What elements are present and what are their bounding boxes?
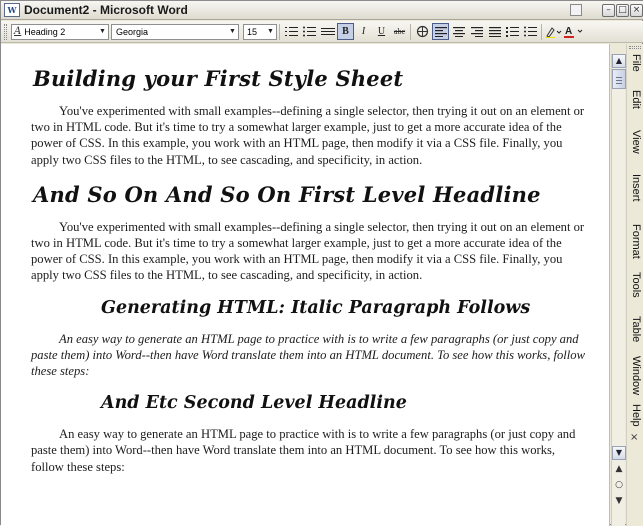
body-paragraph[interactable]: An easy way to generate an HTML page to … <box>31 426 591 475</box>
align-center-icon[interactable] <box>450 23 467 40</box>
bold-button[interactable]: B <box>337 23 354 40</box>
menu-view[interactable]: View <box>628 130 643 154</box>
close-icon[interactable]: × <box>630 432 638 443</box>
numbering-icon[interactable] <box>504 23 521 40</box>
numbered-list-icon[interactable] <box>283 23 300 40</box>
previous-page-icon[interactable]: ▲ <box>612 464 626 477</box>
menu-format[interactable]: Format <box>628 224 643 259</box>
word-window: W Document2 - Microsoft Word – □ × A Hea… <box>0 0 643 526</box>
styles-icon: A <box>14 26 22 37</box>
italic-paragraph[interactable]: An easy way to generate an HTML page to … <box>31 331 591 380</box>
justify-icon[interactable] <box>486 23 503 40</box>
vertical-menu-bar: File Edit View Insert Format Tools Table… <box>626 44 643 526</box>
toolbar-separator <box>541 23 542 40</box>
document-body[interactable]: Building your First Style Sheet You've e… <box>1 44 609 475</box>
strikethrough-label: abc <box>393 27 406 36</box>
menu-edit[interactable]: Edit <box>628 90 643 109</box>
menu-label: Window <box>630 356 642 396</box>
bold-label: B <box>342 26 349 37</box>
select-browse-object-icon[interactable]: ○ <box>612 480 626 493</box>
menu-label: Format <box>630 224 642 259</box>
style-value: Heading 2 <box>24 26 66 37</box>
heading-1[interactable]: And So On And So On First Level Headline <box>33 182 591 207</box>
font-color-icon[interactable]: A <box>563 23 587 40</box>
title-bar: W Document2 - Microsoft Word – □ × <box>1 1 643 20</box>
menu-label: View <box>630 130 642 154</box>
scroll-down-button[interactable]: ▼ <box>612 446 626 460</box>
menu-tools[interactable]: Tools <box>628 272 643 298</box>
menu-label: Insert <box>630 174 642 202</box>
maximize-button[interactable]: □ <box>616 3 629 17</box>
bullet-list-icon[interactable] <box>301 23 318 40</box>
menu-table[interactable]: Table <box>628 316 643 342</box>
font-dropdown[interactable]: Georgia ▼ <box>111 23 239 40</box>
scroll-up-button[interactable]: ▲ <box>612 54 626 68</box>
toolbar-separator <box>410 23 411 40</box>
menu-window[interactable]: Window <box>628 356 643 395</box>
chevron-down-icon[interactable]: ▼ <box>265 25 276 39</box>
menu-grip[interactable] <box>629 46 641 49</box>
heading-2[interactable]: Generating HTML: Italic Paragraph Follow… <box>101 298 591 318</box>
italic-label: I <box>361 26 366 37</box>
svg-text:A: A <box>565 26 572 37</box>
menu-label: File <box>630 54 642 72</box>
menu-insert[interactable]: Insert <box>628 174 643 202</box>
scroll-thumb[interactable] <box>612 69 626 89</box>
style-dropdown[interactable]: A Heading 2 ▼ <box>11 23 109 40</box>
body-paragraph[interactable]: You've experimented with small examples-… <box>31 103 591 168</box>
close-button[interactable]: × <box>630 3 643 17</box>
heading-1[interactable]: Building your First Style Sheet <box>33 66 591 91</box>
menu-label: Edit <box>630 90 642 109</box>
word-document-icon[interactable]: W <box>4 3 20 17</box>
font-size-dropdown[interactable]: 15 ▼ <box>243 23 277 40</box>
chevron-down-icon[interactable]: ▼ <box>227 25 238 39</box>
underline-button[interactable]: U <box>373 23 390 40</box>
menu-label: Tools <box>630 272 642 298</box>
highlight-icon[interactable] <box>545 23 562 40</box>
strikethrough-icon[interactable] <box>319 23 336 40</box>
chevron-down-icon[interactable]: ▼ <box>97 25 108 39</box>
body-paragraph[interactable]: You've experimented with small examples-… <box>31 219 591 284</box>
italic-button[interactable]: I <box>355 23 372 40</box>
font-size-value: 15 <box>247 26 258 37</box>
menu-label: Help <box>630 404 642 427</box>
menu-help[interactable]: Help <box>628 404 643 427</box>
formatting-toolbar: A Heading 2 ▼ Georgia ▼ 15 ▼ B I U abc A <box>1 21 643 43</box>
underline-label: U <box>377 26 386 37</box>
vertical-scrollbar[interactable]: ▲ ▼ ▲ ○ ▼ <box>611 54 626 526</box>
heading-2[interactable]: And Etc Second Level Headline <box>101 393 591 413</box>
strikethrough-button[interactable]: abc <box>391 23 408 40</box>
document-restore-icon[interactable] <box>570 4 582 16</box>
document-page[interactable]: Building your First Style Sheet You've e… <box>1 44 610 526</box>
menu-label: Table <box>630 316 642 343</box>
next-page-icon[interactable]: ▼ <box>612 496 626 509</box>
minimize-button[interactable]: – <box>602 3 615 17</box>
hyperlink-icon[interactable] <box>414 23 431 40</box>
font-value: Georgia <box>116 26 149 37</box>
window-title: Document2 - Microsoft Word <box>24 3 188 17</box>
toolbar-separator <box>279 23 280 40</box>
align-right-icon[interactable] <box>468 23 485 40</box>
menu-file[interactable]: File <box>628 54 643 72</box>
align-left-icon[interactable] <box>432 23 449 40</box>
toolbar-grip[interactable] <box>4 23 7 40</box>
bullets-icon[interactable] <box>522 23 539 40</box>
